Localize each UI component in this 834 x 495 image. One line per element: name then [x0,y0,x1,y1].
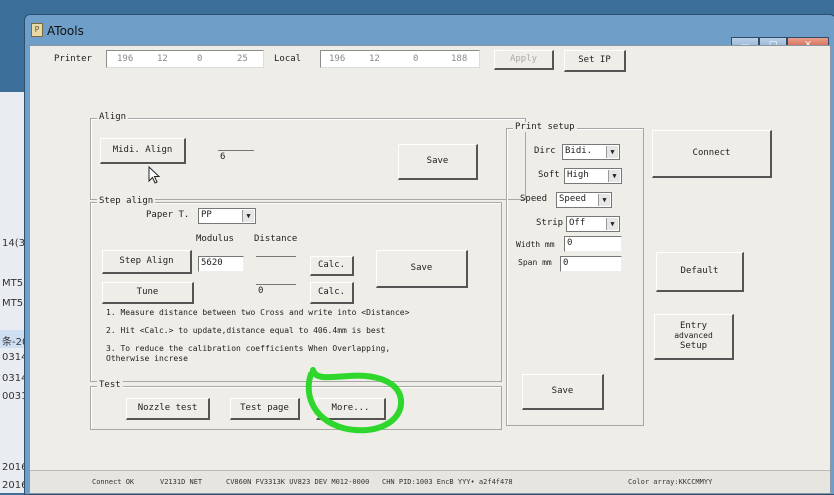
speed-value: Speed [559,194,587,204]
strip-value: Off [569,218,586,228]
background-item[interactable]: 14(3 [2,238,25,249]
local-label: Local [274,54,302,64]
ip-octet: 0 [197,54,203,64]
speed-label: Speed [520,194,548,204]
span-label: Span mm [518,258,552,267]
strip-label: Strip [536,218,564,228]
dirc-value: Bidi. [565,146,593,156]
align-group-title: Align [97,112,129,122]
highlight-circle-annotation [305,367,405,434]
printer-label: Printer [54,54,92,64]
local-ip-field[interactable]: 196 12 0 188 [320,50,480,68]
width-field[interactable]: 0 [564,236,622,252]
app-icon: P [31,23,43,37]
dialog-client: Printer 196 12 0 25 Local 196 12 0 188 A… [29,45,831,494]
atools-window: P ATools — □ ✕ Printer 196 12 0 25 Local… [24,14,834,495]
printer-ip-field[interactable]: 196 12 0 25 [106,50,264,68]
set-ip-button[interactable]: Set IP [564,50,626,72]
status-firmware: CV860N FV3313K UV823 DEV M012-0000 [226,478,370,486]
distance-header: Distance [254,234,298,244]
midi-align-button[interactable]: Midi. Align [100,138,186,164]
ip-octet: 25 [237,54,248,64]
modulus-header: Modulus [196,234,234,244]
dirc-label: Dirc [534,146,556,156]
ip-octet: 196 [117,54,134,64]
step-align-button[interactable]: Step Align [102,250,192,274]
advanced-setup-button[interactable]: Entry advanced Setup [654,314,734,360]
chevron-down-icon[interactable]: ▼ [242,210,254,222]
span-field[interactable]: 0 [560,256,622,272]
width-label: Width mm [516,240,555,249]
advanced-setup-line: Setup [679,341,708,351]
advanced-setup-line: advanced [674,331,713,340]
ip-octet: 12 [157,54,168,64]
apply-button[interactable]: Apply [494,50,554,70]
nozzle-test-button[interactable]: Nozzle test [126,398,210,420]
status-channel: CHN PID:1003 EncB YYY• a2f4f478 [382,478,513,486]
strip-select[interactable]: Off ▼ [566,216,620,232]
align-value-field[interactable]: 6 [218,150,254,166]
title-bar[interactable]: P ATools — □ ✕ [25,15,834,55]
paper-type-label: Paper T. [146,210,190,220]
test-page-button[interactable]: Test page [230,398,300,420]
mouse-cursor-icon [148,165,162,187]
calc-button-2[interactable]: Calc. [310,282,354,304]
connect-button[interactable]: Connect [652,130,772,178]
window-title: ATools [47,24,84,38]
chevron-down-icon[interactable]: ▼ [598,194,610,206]
instruction-line: 1. Measure distance between two Cross an… [106,308,410,317]
print-setup-title: Print setup [513,122,577,132]
distance-field[interactable] [256,256,296,272]
paper-type-value: PP [201,210,212,220]
soft-label: Soft [538,170,560,180]
soft-select[interactable]: High ▼ [564,168,622,184]
step-save-button[interactable]: Save [376,250,468,288]
instruction-line: Otherwise increse [106,354,188,363]
dirc-select[interactable]: Bidi. ▼ [562,144,620,160]
step-align-group-title: Step align [97,196,156,206]
status-connect: Connect OK [92,478,135,486]
align-save-button[interactable]: Save [398,144,478,180]
ip-octet: 0 [413,54,419,64]
print-setup-save-button[interactable]: Save [522,374,604,410]
modulus-field[interactable]: 5620 [198,256,244,272]
status-bar: Connect OK V2131D NET CV860N FV3313K UV8… [30,470,830,493]
chevron-down-icon[interactable]: ▼ [606,146,618,158]
status-version: V2131D NET [160,478,203,486]
default-button[interactable]: Default [656,252,744,292]
instruction-line: 2. Hit <Calc.> to update,distance equal … [106,326,386,335]
status-color-array: Color array:KKCCMMYY [628,478,713,486]
chevron-down-icon[interactable]: ▼ [606,218,618,230]
chevron-down-icon[interactable]: ▼ [608,170,620,182]
paper-type-select[interactable]: PP ▼ [198,208,256,224]
speed-select[interactable]: Speed ▼ [556,192,612,208]
tune-value-field[interactable]: 0 [256,284,296,300]
ip-octet: 188 [451,54,468,64]
instruction-line: 3. To reduce the calibration coefficient… [106,344,391,353]
soft-value: High [567,170,589,180]
ip-octet: 196 [329,54,346,64]
test-group-title: Test [97,380,123,390]
ip-octet: 12 [369,54,380,64]
calc-button[interactable]: Calc. [310,256,354,276]
advanced-setup-line: Entry [679,321,708,331]
tune-button[interactable]: Tune [102,282,194,304]
